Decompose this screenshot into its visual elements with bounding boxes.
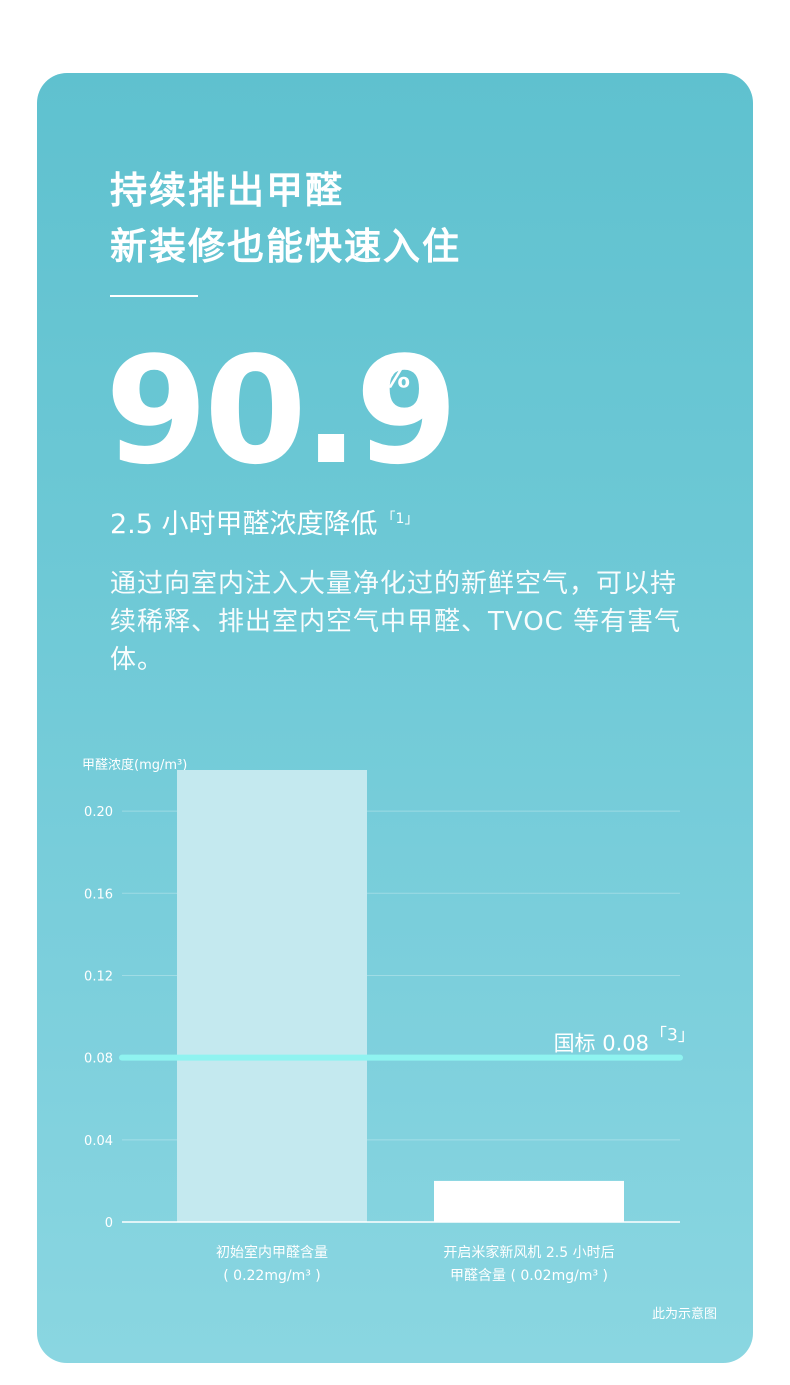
- y-tick-label: 0.08: [84, 1052, 113, 1067]
- x-category-label: 开启米家新风机 2.5 小时后: [443, 1244, 614, 1261]
- feature-card: 持续排出甲醛 新装修也能快速入住 90.9 % 2.5 小时甲醛浓度降低 「1」 …: [37, 73, 753, 1363]
- y-tick-label: 0.20: [84, 805, 113, 820]
- y-tick-label: 0.04: [84, 1134, 113, 1149]
- y-tick-label: 0.16: [84, 887, 113, 902]
- x-category-label: 甲醛含量 ( 0.02mg/m³ ): [450, 1268, 608, 1284]
- x-category-label: ( 0.22mg/m³ ): [223, 1268, 321, 1284]
- y-tick-label: 0.12: [84, 969, 113, 984]
- y-tick-label: 0: [105, 1216, 113, 1231]
- formaldehyde-bar-chart: 甲醛浓度(mg/m³) 0 0.04 0.08 0.12 0.16 0.20 国标 0.08 「…: [82, 757, 695, 1284]
- x-category-label: 初始室内甲醛含量: [216, 1244, 328, 1261]
- reference-line-ref: 「3」: [650, 1026, 695, 1046]
- y-axis-label: 甲醛浓度(mg/m³): [82, 757, 187, 773]
- illustration-note: 此为示意图: [651, 1307, 717, 1322]
- bar-2: [434, 1180, 624, 1222]
- bar-1: [177, 770, 367, 1222]
- reference-line-label: 国标 0.08: [554, 1032, 649, 1056]
